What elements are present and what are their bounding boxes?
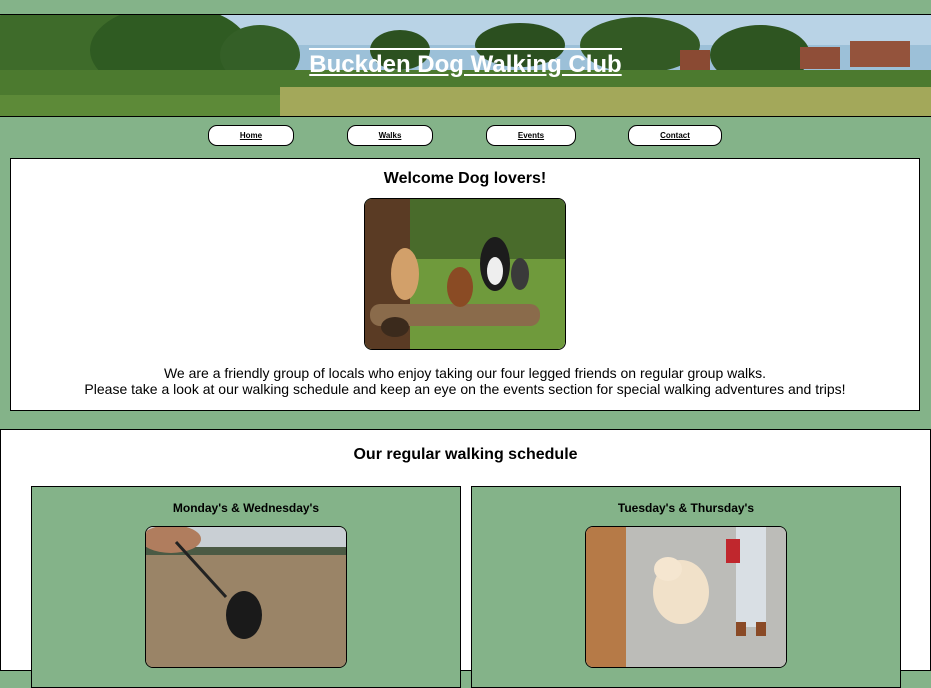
schedule-day-label: Tuesday's & Thursday's — [617, 501, 755, 515]
nav-events-button[interactable]: Events — [486, 125, 576, 146]
intro-line-1: We are a friendly group of locals who en… — [163, 365, 767, 381]
dogs-on-log-photo — [364, 198, 566, 350]
schedule-card-mon-wed: Monday's & Wednesday's — [31, 486, 461, 688]
dog-on-leash-field-photo — [145, 526, 347, 668]
header-banner: Buckden Dog Walking Club — [0, 14, 931, 117]
schedule-card-tue-thu: Tuesday's & Thursday's — [471, 486, 901, 688]
schedule-section: Our regular walking schedule Monday's & … — [0, 429, 931, 688]
nav-contact-button[interactable]: Contact — [628, 125, 722, 146]
welcome-heading: Welcome Dog lovers! — [383, 170, 547, 187]
nav-walks-button[interactable]: Walks — [347, 125, 433, 146]
golden-retriever-walk-photo — [585, 526, 787, 668]
intro-line-2: Please take a look at our walking schedu… — [84, 381, 846, 397]
nav-home-button[interactable]: Home — [208, 125, 294, 146]
welcome-section: Welcome Dog lovers! We are a friendly gr… — [10, 158, 920, 411]
schedule-day-label: Monday's & Wednesday's — [172, 501, 320, 515]
intro-text: We are a friendly group of locals who en… — [11, 365, 919, 397]
site-title: Buckden Dog Walking Club — [0, 48, 931, 79]
schedule-heading: Our regular walking schedule — [353, 446, 578, 463]
